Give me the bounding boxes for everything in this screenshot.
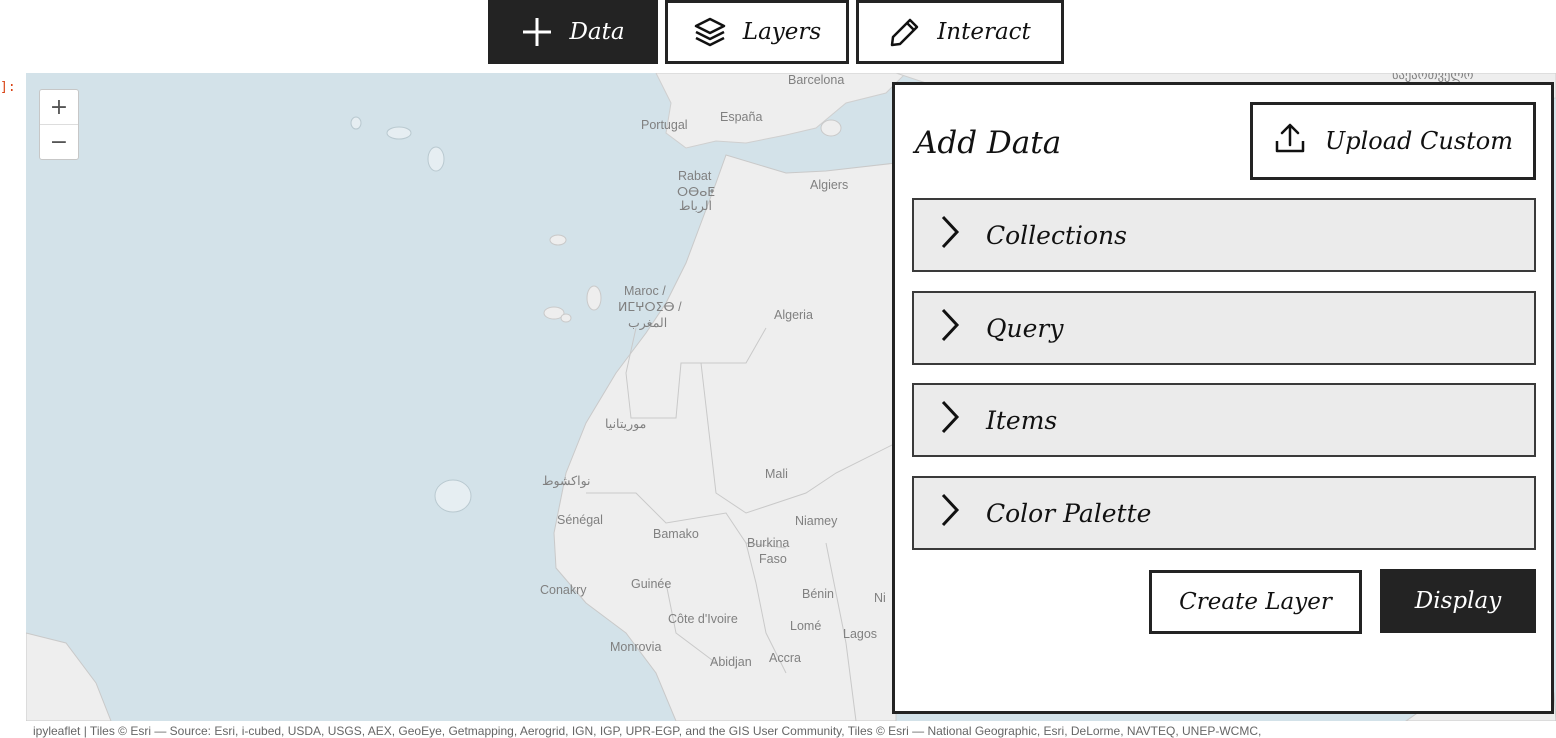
map-label-portugal: Portugal — [641, 118, 688, 132]
map-attribution: ipyleaflet | Tiles © Esri — Source: Esri… — [33, 724, 1262, 738]
cell-prompt: ]: — [0, 80, 16, 95]
map-label-nouakchott: نواكشوط — [542, 474, 591, 488]
map-label-barcelona: Barcelona — [788, 73, 845, 87]
tab-data[interactable]: Data — [488, 0, 658, 64]
section-color-palette[interactable]: Color Palette — [912, 476, 1536, 550]
section-label: Items — [986, 405, 1058, 435]
map-label-burkina: Burkina — [747, 536, 790, 550]
map-label-algeria: Algeria — [774, 308, 813, 322]
map-label-faso: Faso — [759, 552, 787, 566]
section-label: Color Palette — [986, 498, 1152, 528]
map-label-monrovia: Monrovia — [610, 640, 662, 654]
chevron-right-icon — [940, 493, 960, 533]
plus-icon — [521, 16, 553, 48]
tab-data-label: Data — [569, 19, 625, 45]
section-label: Query — [986, 313, 1064, 343]
map-label-rabat-tifinagh: ⵔⴱⴰⵟ — [677, 185, 716, 199]
map-label-benin: Bénin — [802, 587, 834, 601]
map-label-maroc-arabic: المغرب — [628, 316, 668, 330]
section-collections[interactable]: Collections — [912, 198, 1536, 272]
map-label-mali: Mali — [765, 467, 788, 481]
map-label-accra: Accra — [769, 651, 801, 665]
map-label-conakry: Conakry — [540, 583, 587, 597]
map-label-georgia: საქართველო — [1392, 73, 1474, 82]
display-button[interactable]: Display — [1380, 569, 1536, 633]
tab-layers-label: Layers — [742, 19, 822, 45]
tab-layers[interactable]: Layers — [665, 0, 849, 64]
chevron-right-icon — [940, 400, 960, 440]
map-label-cote: Côte d'Ivoire — [668, 612, 738, 626]
panel-title: Add Data — [915, 125, 1062, 161]
upload-custom-label: Upload Custom — [1324, 127, 1513, 155]
map-label-espana: España — [720, 110, 763, 124]
map-label-maroc-tifinagh: ⵍⵎⵖⵔⵉⴱ / — [618, 300, 682, 314]
map-label-abidjan: Abidjan — [710, 655, 752, 669]
pencil-icon — [889, 16, 921, 48]
create-layer-button[interactable]: Create Layer — [1149, 570, 1362, 634]
zoom-control: + − — [39, 89, 79, 160]
map-label-lome: Lomé — [790, 619, 822, 633]
zoom-out-button[interactable]: − — [40, 124, 78, 159]
layers-icon — [693, 16, 727, 48]
map-label-niamey: Niamey — [795, 514, 838, 528]
map-label-guinee: Guinée — [631, 577, 672, 591]
tab-interact[interactable]: Interact — [856, 0, 1064, 64]
map-label-rabat-arabic: الرباط — [679, 199, 713, 213]
map-label-bamako: Bamako — [653, 527, 699, 541]
upload-icon — [1273, 121, 1307, 161]
map-label-senegal: Sénégal — [557, 513, 603, 527]
section-label: Collections — [986, 220, 1127, 250]
upload-custom-button[interactable]: Upload Custom — [1250, 102, 1536, 180]
tab-interact-label: Interact — [937, 19, 1031, 45]
section-query[interactable]: Query — [912, 291, 1536, 365]
map-label-mauritania: موريتانيا — [605, 417, 647, 431]
section-items[interactable]: Items — [912, 383, 1536, 457]
map-label-algiers: Algiers — [810, 178, 849, 192]
map-label-lagos: Lagos — [843, 627, 878, 641]
add-data-panel: Add Data Upload Custom Collections Query… — [892, 82, 1554, 714]
chevron-right-icon — [940, 215, 960, 255]
top-toolbar: Data Layers Interact — [488, 0, 1064, 64]
map-label-ni: Ni — [874, 591, 886, 605]
map-label-rabat: Rabat — [678, 169, 712, 183]
map-label-maroc: Maroc / — [624, 284, 666, 298]
chevron-right-icon — [940, 308, 960, 348]
zoom-in-button[interactable]: + — [40, 90, 78, 124]
